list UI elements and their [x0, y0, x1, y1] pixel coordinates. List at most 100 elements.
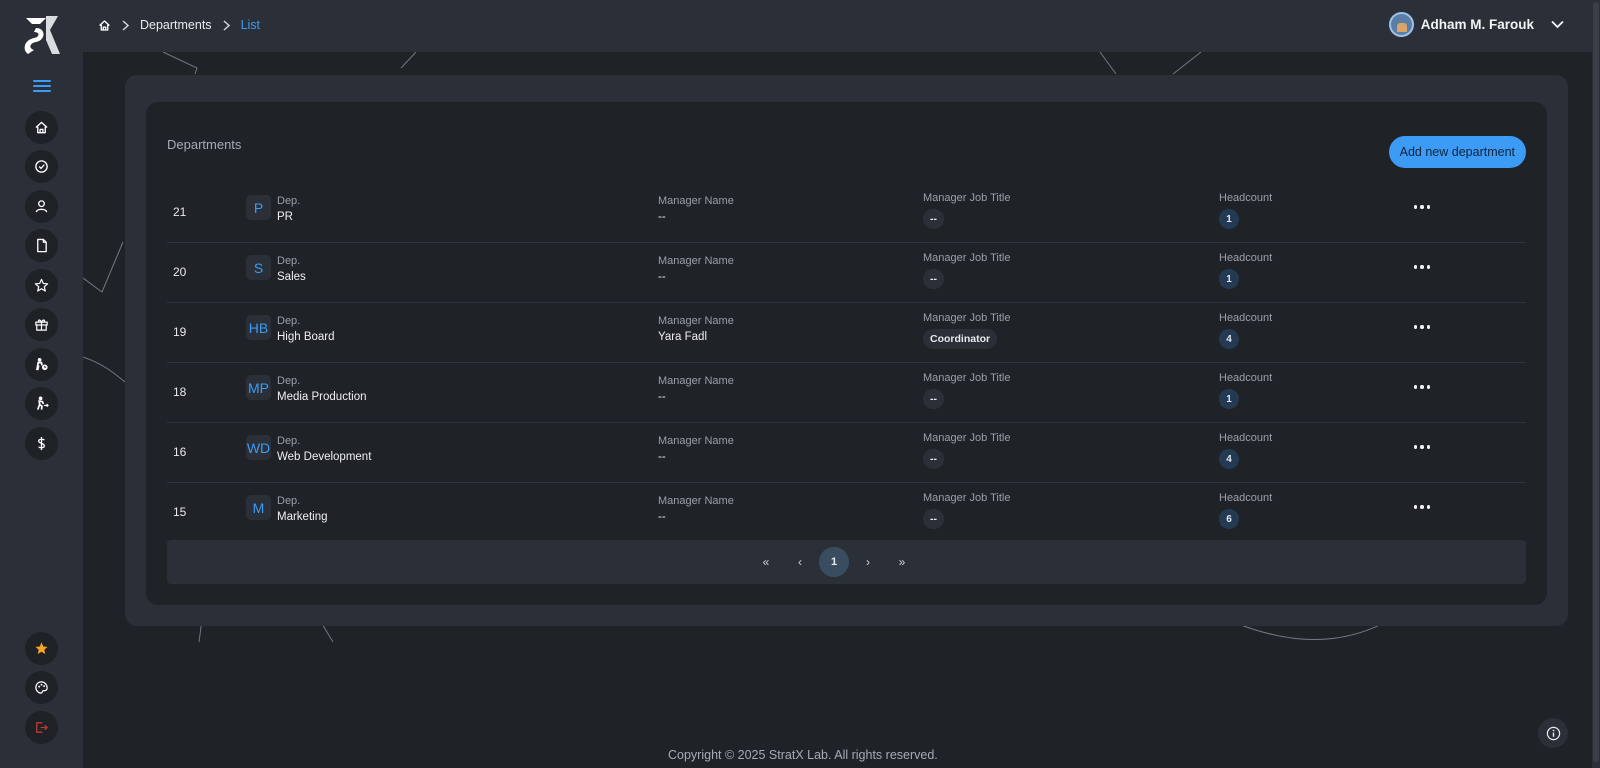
- department-name: Web Development: [277, 451, 372, 463]
- sidebar-item-logout[interactable]: [25, 711, 58, 744]
- manager-name-label: Manager Name: [658, 315, 734, 327]
- headcount-badge: 4: [1219, 449, 1239, 469]
- row-id: 16: [173, 445, 187, 459]
- more-options-icon[interactable]: [1410, 261, 1434, 273]
- more-options-icon[interactable]: [1410, 321, 1434, 333]
- department-name: Marketing: [277, 511, 328, 523]
- sidebar-item-theme[interactable]: [25, 671, 58, 704]
- page-button-current[interactable]: 1: [819, 547, 849, 577]
- sidebar: [0, 0, 83, 768]
- headcount-badge: 6: [1219, 509, 1239, 529]
- star-icon: [34, 278, 49, 292]
- check-circle-icon: [35, 160, 48, 173]
- dep-label: Dep.: [277, 255, 301, 267]
- table-row[interactable]: 21 P Dep. PR Manager Name -- Manager Job…: [167, 183, 1526, 243]
- gift-icon: [35, 319, 48, 331]
- department-initials: WD: [246, 435, 271, 460]
- next-page-button[interactable]: ›: [853, 547, 883, 577]
- row-id: 18: [173, 385, 187, 399]
- user-icon: [35, 200, 48, 213]
- star-filled-icon: [35, 642, 48, 655]
- avatar: [1388, 12, 1414, 37]
- sidebar-item-documents[interactable]: [25, 229, 58, 262]
- manager-name-label: Manager Name: [658, 255, 734, 267]
- headcount-label: Headcount: [1219, 312, 1273, 324]
- headcount-badge: 1: [1219, 389, 1239, 409]
- manager-job-title-label: Manager Job Title: [923, 252, 1011, 264]
- dollar-icon: [38, 436, 45, 451]
- table-row[interactable]: 18 MP Dep. Media Production Manager Name…: [167, 363, 1526, 423]
- table-row[interactable]: 15 M Dep. Marketing Manager Name -- Mana…: [167, 483, 1526, 543]
- sidebar-item-leave[interactable]: [25, 387, 58, 420]
- manager-name: --: [658, 511, 666, 523]
- dep-label: Dep.: [277, 435, 301, 447]
- headcount-badge: 1: [1219, 209, 1239, 229]
- manager-name: --: [658, 451, 666, 463]
- breadcrumb: Departments List: [98, 18, 260, 32]
- dep-label: Dep.: [277, 315, 301, 327]
- department-initials: P: [246, 195, 271, 220]
- more-options-icon[interactable]: [1410, 381, 1434, 393]
- manager-name-label: Manager Name: [658, 195, 734, 207]
- chevron-right-icon: [122, 19, 130, 31]
- pagination: « ‹ 1 › »: [167, 540, 1526, 584]
- department-name: PR: [277, 211, 293, 223]
- sidebar-item-profile[interactable]: [25, 190, 58, 223]
- dep-label: Dep.: [277, 375, 301, 387]
- headcount-badge: 4: [1219, 329, 1239, 349]
- table-row[interactable]: 16 WD Dep. Web Development Manager Name …: [167, 423, 1526, 483]
- department-name: Sales: [277, 271, 306, 283]
- more-options-icon[interactable]: [1410, 441, 1434, 453]
- prev-page-button[interactable]: ‹: [785, 547, 815, 577]
- sidebar-item-tasks[interactable]: [25, 150, 58, 183]
- scrollbar-thumb[interactable]: [1593, 2, 1599, 762]
- first-page-button[interactable]: «: [751, 547, 781, 577]
- sidebar-item-payroll[interactable]: [25, 427, 58, 460]
- more-options-icon[interactable]: [1410, 201, 1434, 213]
- sidebar-item-home[interactable]: [25, 111, 58, 144]
- row-id: 20: [173, 265, 187, 279]
- manager-name-label: Manager Name: [658, 495, 734, 507]
- sidebar-item-starred[interactable]: [25, 632, 58, 665]
- manager-job-title: --: [923, 209, 944, 229]
- department-initials: MP: [246, 375, 271, 400]
- sidebar-item-attendance[interactable]: [25, 348, 58, 381]
- info-button[interactable]: [1538, 718, 1568, 748]
- manager-name: --: [658, 391, 666, 403]
- chevron-down-icon[interactable]: [1551, 20, 1564, 29]
- department-name: Media Production: [277, 391, 367, 403]
- logout-icon: [36, 722, 49, 733]
- manager-name: --: [658, 211, 666, 223]
- departments-list: 21 P Dep. PR Manager Name -- Manager Job…: [167, 183, 1526, 543]
- document-icon: [37, 238, 47, 253]
- manager-job-title-label: Manager Job Title: [923, 432, 1011, 444]
- sidebar-item-favorites[interactable]: [25, 269, 58, 302]
- headcount-label: Headcount: [1219, 192, 1273, 204]
- department-initials: S: [246, 255, 271, 280]
- headcount-badge: 1: [1219, 269, 1239, 289]
- manager-job-title-label: Manager Job Title: [923, 192, 1011, 204]
- scrollbar[interactable]: [1592, 0, 1600, 768]
- headcount-label: Headcount: [1219, 372, 1273, 384]
- manager-job-title: Coordinator: [923, 329, 998, 349]
- sidebar-item-rewards[interactable]: [25, 308, 58, 341]
- menu-toggle-button[interactable]: [33, 80, 51, 94]
- table-row[interactable]: 20 S Dep. Sales Manager Name -- Manager …: [167, 243, 1526, 303]
- user-menu[interactable]: Adham M. Farouk: [1388, 12, 1564, 37]
- breadcrumb-departments[interactable]: Departments: [140, 18, 212, 32]
- table-row[interactable]: 19 HB Dep. High Board Manager Name Yara …: [167, 303, 1526, 363]
- person-walking-icon: [36, 396, 49, 410]
- stratx-logo-icon[interactable]: [22, 14, 62, 58]
- person-clock-icon: [35, 357, 48, 371]
- last-page-button[interactable]: »: [887, 547, 917, 577]
- manager-name-label: Manager Name: [658, 435, 734, 447]
- manager-job-title-label: Manager Job Title: [923, 492, 1011, 504]
- manager-job-title: --: [923, 389, 944, 409]
- home-icon[interactable]: [98, 19, 111, 32]
- add-department-button[interactable]: Add new department: [1388, 136, 1526, 168]
- more-options-icon[interactable]: [1410, 501, 1434, 513]
- headcount-label: Headcount: [1219, 252, 1273, 264]
- user-name: Adham M. Farouk: [1420, 17, 1534, 32]
- department-name: High Board: [277, 331, 335, 343]
- top-bar: Departments List Adham M. Farouk: [83, 0, 1592, 52]
